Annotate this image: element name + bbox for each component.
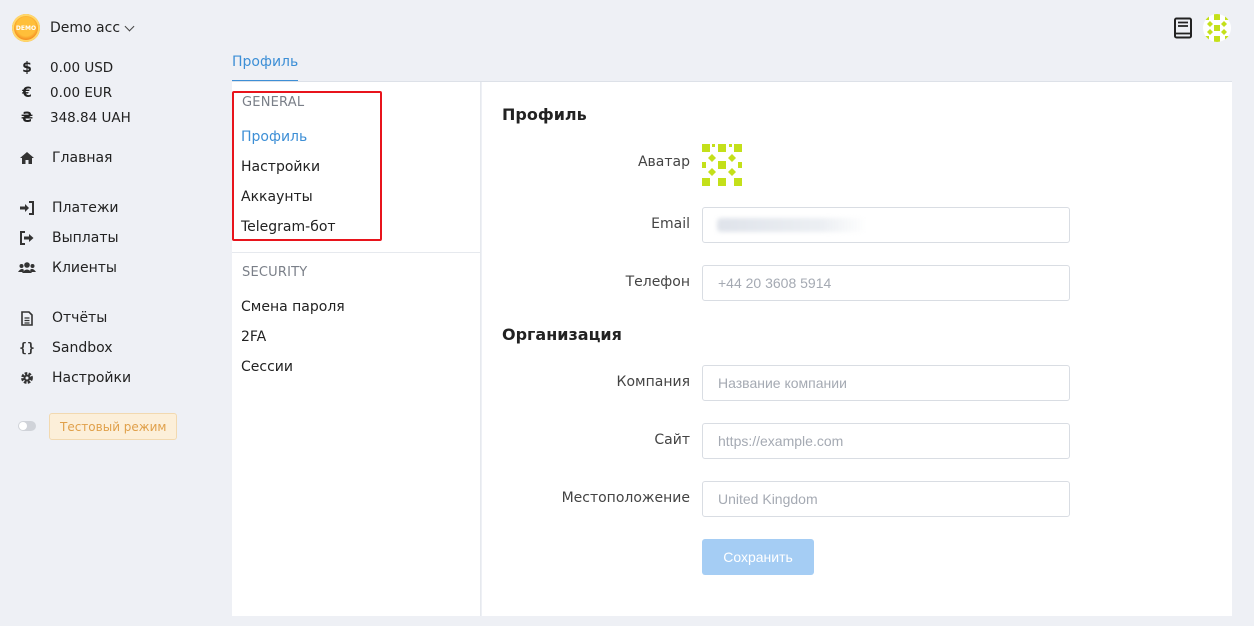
- avatar-label: Аватар: [637, 154, 690, 170]
- home-icon: [18, 150, 36, 166]
- nav-home[interactable]: Главная: [18, 148, 112, 168]
- euro-icon: €: [22, 85, 32, 101]
- balance-amount: 348.84 UAH: [50, 110, 131, 126]
- avatar-image[interactable]: [702, 144, 742, 186]
- nav-label: Главная: [52, 150, 113, 166]
- user-avatar[interactable]: [1203, 14, 1231, 42]
- menu-item-accounts[interactable]: Аккаунты: [241, 189, 313, 205]
- book-icon[interactable]: [1173, 17, 1193, 39]
- company-field[interactable]: [702, 365, 1070, 401]
- settings-menu: GENERAL Профиль Настройки Аккаунты Teleg…: [232, 82, 481, 616]
- test-mode-badge: Тестовый режим: [49, 413, 178, 440]
- test-mode-toggle[interactable]: [18, 421, 36, 431]
- nav-clients[interactable]: Клиенты: [18, 258, 117, 278]
- phone-field[interactable]: [702, 265, 1070, 301]
- nav-label: Клиенты: [52, 260, 117, 276]
- menu-item-telegram-bot[interactable]: Telegram-бот: [241, 219, 336, 235]
- sign-in-icon: [18, 200, 36, 216]
- nav-payments[interactable]: Платежи: [18, 198, 119, 218]
- email-field[interactable]: [702, 207, 1070, 243]
- balance-usd: $ 0.00 USD: [20, 60, 113, 76]
- menu-item-profile[interactable]: Профиль: [241, 129, 307, 145]
- nav-label: Sandbox: [52, 340, 113, 356]
- chevron-down-icon: [124, 21, 135, 31]
- tab-profile[interactable]: Профиль: [232, 54, 299, 82]
- demo-logo: DEMO: [12, 14, 40, 42]
- profile-form: Профиль Аватар Email Телефон Организация…: [482, 82, 1232, 616]
- sidebar: DEMO Demo acc $ 0.00 USD € 0.00 EUR ₴ 34…: [0, 0, 220, 626]
- users-icon: [18, 260, 36, 276]
- email-value-blurred: [717, 218, 867, 232]
- email-label: Email: [651, 216, 690, 232]
- account-switcher[interactable]: DEMO Demo acc: [12, 14, 135, 42]
- nav-sandbox[interactable]: {} Sandbox: [18, 338, 113, 358]
- file-icon: [18, 310, 36, 326]
- nav-label: Отчёты: [52, 310, 108, 326]
- company-label: Компания: [616, 374, 690, 390]
- site-field[interactable]: [702, 423, 1070, 459]
- phone-label: Телефон: [625, 274, 690, 290]
- menu-item-2fa[interactable]: 2FA: [241, 329, 266, 345]
- dollar-icon: $: [22, 60, 32, 76]
- profile-title: Профиль: [502, 105, 587, 124]
- account-name: Demo acc: [50, 20, 121, 36]
- save-button[interactable]: Сохранить: [702, 539, 814, 575]
- nav-settings[interactable]: Настройки: [18, 368, 131, 388]
- balance-uah: ₴ 348.84 UAH: [20, 110, 131, 126]
- site-label: Сайт: [654, 432, 690, 448]
- balance-amount: 0.00 EUR: [50, 85, 113, 101]
- balance-eur: € 0.00 EUR: [20, 85, 112, 101]
- menu-item-sessions[interactable]: Сессии: [241, 359, 293, 375]
- security-header: SECURITY: [242, 265, 308, 280]
- menu-divider: [232, 252, 481, 253]
- organization-title: Организация: [502, 325, 622, 344]
- gear-icon: [18, 370, 36, 386]
- nav-payouts[interactable]: Выплаты: [18, 228, 119, 248]
- menu-item-change-password[interactable]: Смена пароля: [241, 299, 345, 315]
- nav-label: Платежи: [52, 200, 119, 216]
- balance-amount: 0.00 USD: [50, 60, 114, 76]
- nav-reports[interactable]: Отчёты: [18, 308, 107, 328]
- location-field[interactable]: [702, 481, 1070, 517]
- general-header: GENERAL: [242, 95, 305, 110]
- hryvnia-icon: ₴: [20, 110, 34, 126]
- nav-label: Настройки: [52, 370, 132, 386]
- menu-item-settings[interactable]: Настройки: [241, 159, 320, 175]
- nav-label: Выплаты: [52, 230, 119, 246]
- location-label: Местоположение: [561, 490, 690, 506]
- braces-icon: {}: [19, 340, 35, 356]
- sign-out-icon: [18, 230, 36, 246]
